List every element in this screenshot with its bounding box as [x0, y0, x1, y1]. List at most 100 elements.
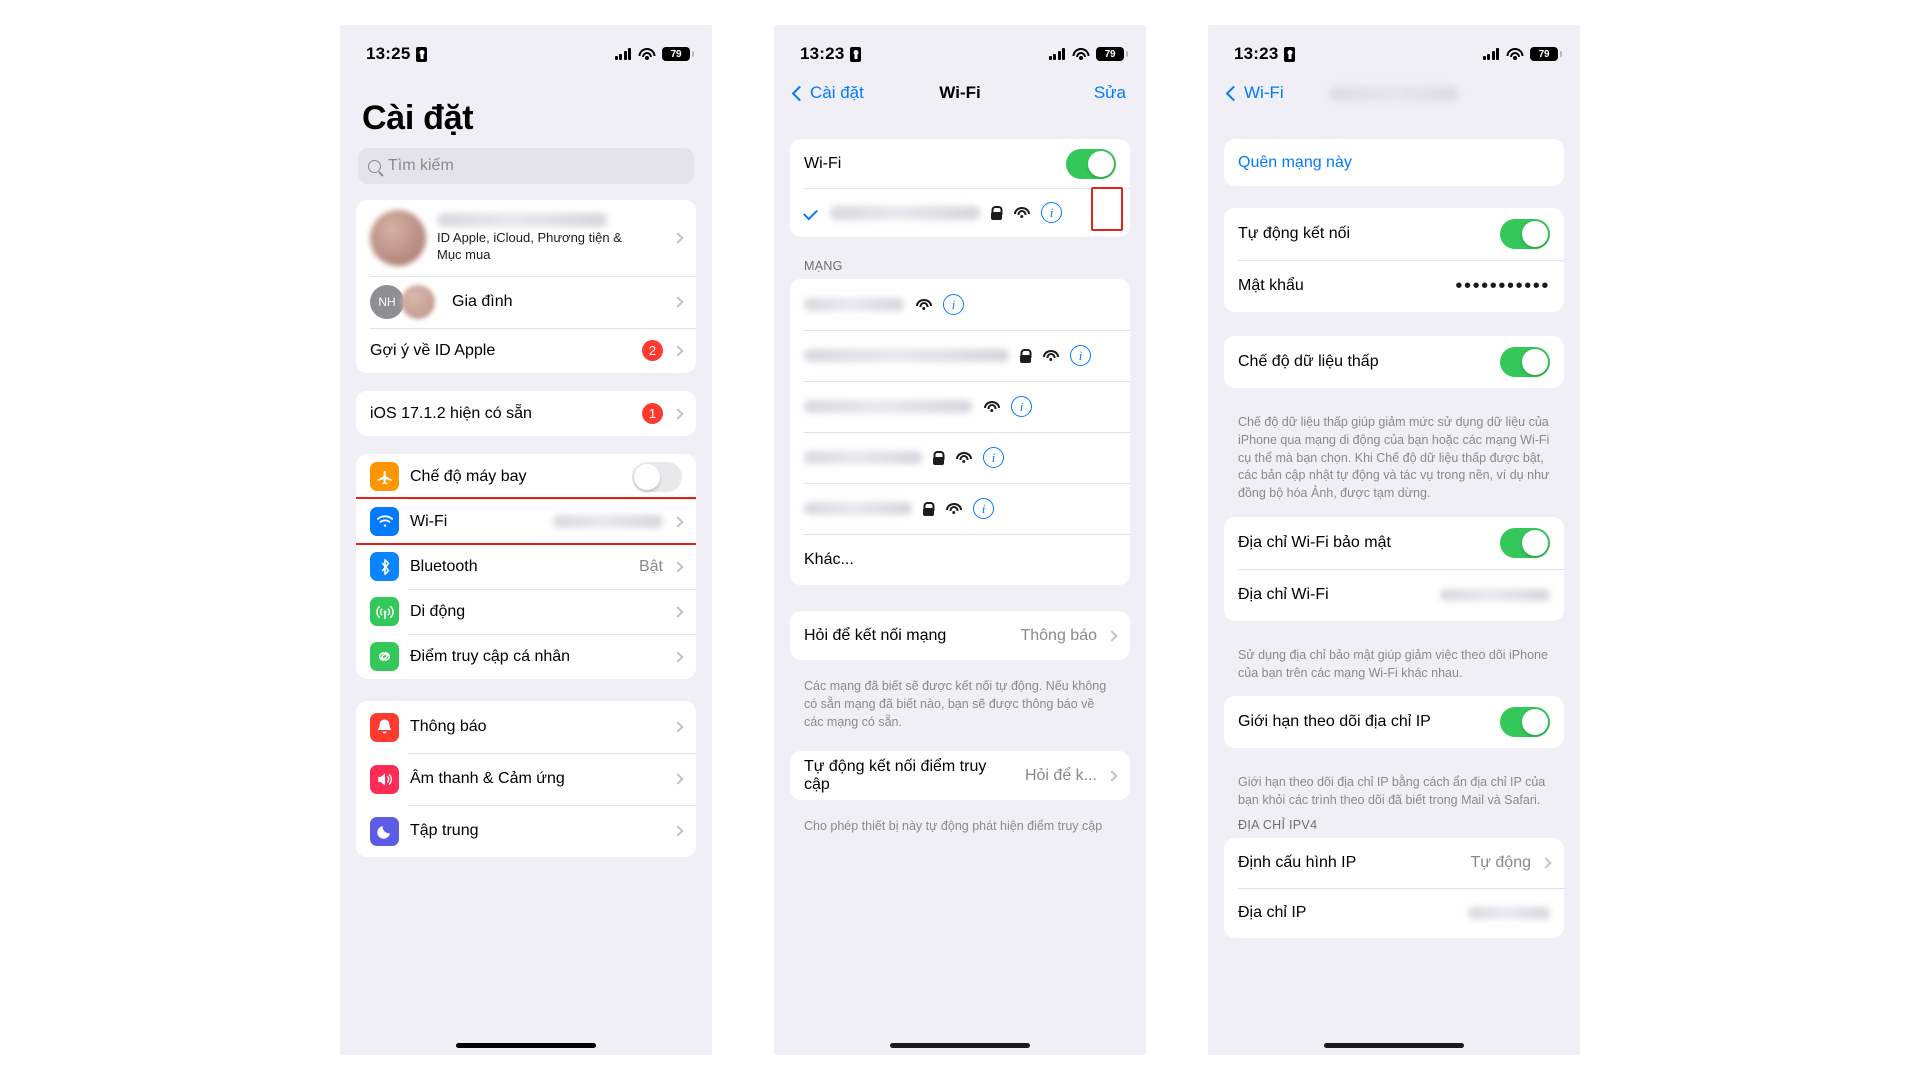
limit-ip-tracking-card: Giới hạn theo dõi địa chỉ IP	[1224, 696, 1564, 749]
home-indicator	[456, 1043, 596, 1048]
wifi-panel: 13:23 79 Cài đặt Wi-Fi Sửa Wi-Fi i MẠNG …	[774, 25, 1146, 1055]
network-info-button[interactable]: i	[1070, 345, 1091, 366]
status-bar-right: 79	[1048, 47, 1128, 61]
limit-ip-tracking-toggle[interactable]	[1500, 707, 1550, 738]
configure-ip-row[interactable]: Định cấu hình IP Tự động	[1224, 838, 1564, 888]
navigation-bar: Cài đặt Wi-Fi Sửa	[774, 71, 1146, 115]
auto-join-row[interactable]: Tự động kết nối	[1224, 208, 1564, 260]
network-row[interactable]: i	[790, 279, 1130, 330]
wifi-toggle-row[interactable]: Wi-Fi	[790, 139, 1130, 188]
battery-icon: 79	[662, 47, 694, 61]
avatar	[370, 210, 426, 266]
airplane-mode-toggle[interactable]	[632, 461, 682, 492]
home-indicator	[1324, 1043, 1464, 1048]
other-network-row[interactable]: Khác...	[790, 534, 1130, 585]
personal-hotspot-label: Điểm truy cập cá nhân	[410, 647, 571, 665]
wifi-signal-icon	[945, 502, 962, 515]
chevron-right-icon	[672, 232, 684, 244]
clock-time: 13:23	[1234, 44, 1279, 63]
bluetooth-icon	[370, 552, 399, 581]
low-data-mode-toggle[interactable]	[1500, 347, 1550, 377]
personal-hotspot-row[interactable]: Điểm truy cập cá nhân	[356, 634, 696, 679]
search-placeholder: Tìm kiếm	[388, 157, 454, 174]
ask-to-join-card: Hỏi để kết nối mạng Thông báo	[790, 611, 1130, 660]
connectivity-card: Chế độ máy bay Wi-Fi Bluetooth Bật Di độ…	[356, 454, 696, 679]
network-info-button[interactable]: i	[943, 294, 964, 315]
sounds-row[interactable]: Âm thanh & Cảm ứng	[356, 753, 696, 805]
wifi-toggle-card: Wi-Fi i	[790, 139, 1130, 237]
apple-id-suggestion-row[interactable]: Gợi ý về ID Apple 2	[356, 328, 696, 373]
chevron-right-icon	[1106, 770, 1118, 782]
bluetooth-row[interactable]: Bluetooth Bật	[356, 544, 696, 589]
network-row[interactable]: i	[790, 432, 1130, 483]
battery-icon: 79	[1096, 47, 1128, 61]
focus-row[interactable]: Tập trung	[356, 805, 696, 857]
ask-to-join-value: Thông báo	[1020, 626, 1097, 644]
ip-address-value-redacted	[1468, 906, 1550, 919]
network-detail-panel: 13:23 79 Wi-Fi Quên mạng này Tự động kết…	[1208, 25, 1580, 1055]
private-address-toggle[interactable]	[1500, 527, 1550, 558]
edit-button[interactable]: Sửa	[1094, 83, 1126, 103]
apple-id-row[interactable]: ID Apple, iCloud, Phương tiện & Mục mua	[356, 200, 696, 276]
network-info-button[interactable]: i	[1011, 396, 1032, 417]
search-input[interactable]: Tìm kiếm	[358, 148, 694, 184]
chevron-right-icon	[672, 825, 684, 837]
ios-update-label: iOS 17.1.2 hiện có sẵn	[370, 404, 532, 422]
limit-ip-tracking-row[interactable]: Giới hạn theo dõi địa chỉ IP	[1224, 696, 1564, 748]
chevron-right-icon	[1540, 857, 1552, 869]
airplane-icon	[370, 462, 399, 491]
back-button[interactable]: Cài đặt	[791, 83, 864, 103]
forget-network-row[interactable]: Quên mạng này	[1224, 139, 1564, 186]
family-row[interactable]: NH Gia đình	[356, 276, 696, 328]
notifications-label: Thông báo	[410, 718, 487, 735]
apple-id-subtitle-line1: ID Apple, iCloud, Phương tiện &	[437, 229, 622, 245]
private-address-row[interactable]: Địa chỉ Wi-Fi bảo mật	[1224, 517, 1564, 569]
nav-title-redacted	[1329, 85, 1459, 101]
auto-hotspot-value: Hỏi để k...	[1024, 766, 1097, 784]
network-row[interactable]: i	[790, 381, 1130, 432]
auto-join-toggle[interactable]	[1500, 219, 1550, 249]
focus-label: Tập trung	[410, 822, 479, 839]
cellular-signal-icon	[614, 48, 631, 60]
network-info-button[interactable]: i	[983, 447, 1004, 468]
suggestion-label: Gợi ý về ID Apple	[370, 341, 496, 359]
network-info-button[interactable]: i	[1041, 202, 1062, 223]
wifi-toggle[interactable]	[1066, 148, 1116, 179]
auto-hotspot-row[interactable]: Tự động kết nối điểm truy cập Hỏi để k..…	[790, 751, 1130, 800]
wifi-status-icon	[638, 47, 655, 61]
back-button[interactable]: Wi-Fi	[1225, 83, 1284, 103]
settings-panel: 13:25 79 Cài đặt Tìm kiếm ID Apple, iClo	[340, 25, 712, 1055]
low-data-mode-label: Chế độ dữ liệu thấp	[1238, 353, 1379, 370]
password-row[interactable]: Mật khẩu •••••••••••	[1224, 260, 1564, 312]
software-update-card: iOS 17.1.2 hiện có sẵn 1	[356, 391, 696, 436]
hotspot-icon	[370, 642, 399, 671]
airplane-mode-row[interactable]: Chế độ máy bay	[356, 454, 696, 499]
ip-address-label: Địa chỉ IP	[1238, 903, 1307, 921]
connected-network-row[interactable]: i	[790, 188, 1130, 237]
networks-card: i i i i i Khác...	[790, 279, 1130, 585]
configure-ip-value: Tự động	[1470, 853, 1531, 871]
home-indicator	[890, 1043, 1030, 1048]
cellular-signal-icon	[1482, 48, 1499, 60]
network-row[interactable]: i	[790, 483, 1130, 534]
configure-ip-label: Định cấu hình IP	[1238, 853, 1357, 871]
ios-update-row[interactable]: iOS 17.1.2 hiện có sẵn 1	[356, 391, 696, 436]
status-bar: 13:23 79	[774, 25, 1146, 71]
cellular-row[interactable]: Di động	[356, 589, 696, 634]
chevron-right-icon	[672, 344, 684, 357]
forget-network-label: Quên mạng này	[1238, 153, 1352, 171]
notifications-row[interactable]: Thông báo	[356, 701, 696, 753]
network-info-button[interactable]: i	[973, 498, 994, 519]
ask-to-join-note: Các mạng đã biết sẽ được kết nối tự động…	[804, 679, 1107, 729]
back-button-label: Wi-Fi	[1244, 83, 1284, 102]
wifi-settings-row[interactable]: Wi-Fi	[356, 499, 696, 544]
network-row[interactable]: i	[790, 330, 1130, 381]
ask-to-join-row[interactable]: Hỏi để kết nối mạng Thông báo	[790, 611, 1130, 660]
status-bar-left: 13:23	[1234, 44, 1296, 64]
system-card: Thông báo Âm thanh & Cảm ứng Tập trung	[356, 701, 696, 857]
network-name-redacted	[804, 502, 912, 515]
status-bar: 13:23 79	[1208, 25, 1580, 71]
wifi-signal-icon	[955, 451, 972, 464]
low-data-mode-row[interactable]: Chế độ dữ liệu thấp	[1224, 336, 1564, 388]
sounds-icon	[370, 764, 399, 794]
